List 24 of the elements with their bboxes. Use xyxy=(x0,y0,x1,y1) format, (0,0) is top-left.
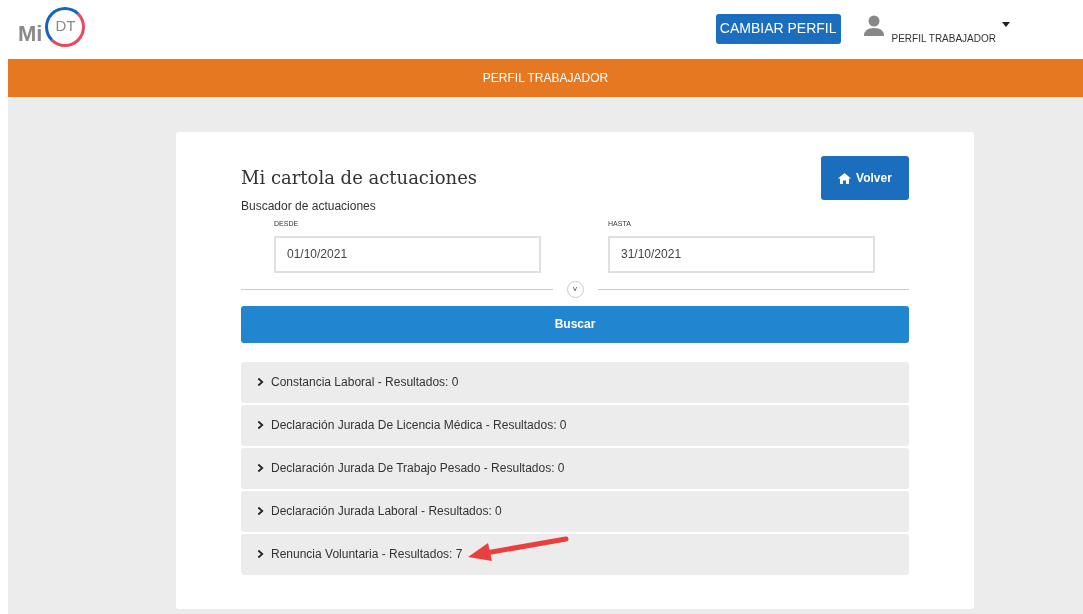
user-icon xyxy=(863,14,884,37)
logo-badge: DT xyxy=(45,6,86,47)
accordion-header[interactable]: Constancia Laboral - Resultados: 0 xyxy=(241,361,909,403)
chevron-icon xyxy=(257,549,264,559)
accordion-header[interactable]: Declaración Jurada De Licencia Médica - Resultados: 0 xyxy=(241,404,909,446)
chevron-icon xyxy=(257,506,264,516)
change-profile-button[interactable]: CAMBIAR PERFIL xyxy=(715,13,841,44)
page-title: Mi cartola de actuaciones xyxy=(241,166,478,190)
back-button[interactable]: Volver xyxy=(821,156,909,200)
accordion-header[interactable]: Declaración Jurada De Trabajo Pesado - Resultados: 0 xyxy=(241,447,909,489)
accordion-header[interactable]: Declaración Jurada Laboral - Resultados: 0 xyxy=(241,490,909,532)
date-field[interactable]: 31/10/2021 xyxy=(608,235,875,273)
chevron-icon xyxy=(257,420,264,430)
caret-icon xyxy=(1002,22,1010,27)
date-field[interactable]: 01/10/2021 xyxy=(274,235,541,273)
accordion-header[interactable]: Renuncia Voluntaria - Resultados: 7 xyxy=(241,533,909,575)
chevron-icon xyxy=(257,377,264,387)
page-subtitle: Buscador de actuaciones xyxy=(241,198,377,215)
banner-title: PERFIL TRABAJADOR xyxy=(482,70,609,87)
search-button[interactable]: Buscar xyxy=(241,305,909,343)
chevron-icon xyxy=(257,463,264,473)
logo-text: Mi xyxy=(18,20,43,48)
user-menu[interactable]: PERFIL TRABAJADOR xyxy=(891,31,996,46)
home-icon xyxy=(838,172,852,184)
